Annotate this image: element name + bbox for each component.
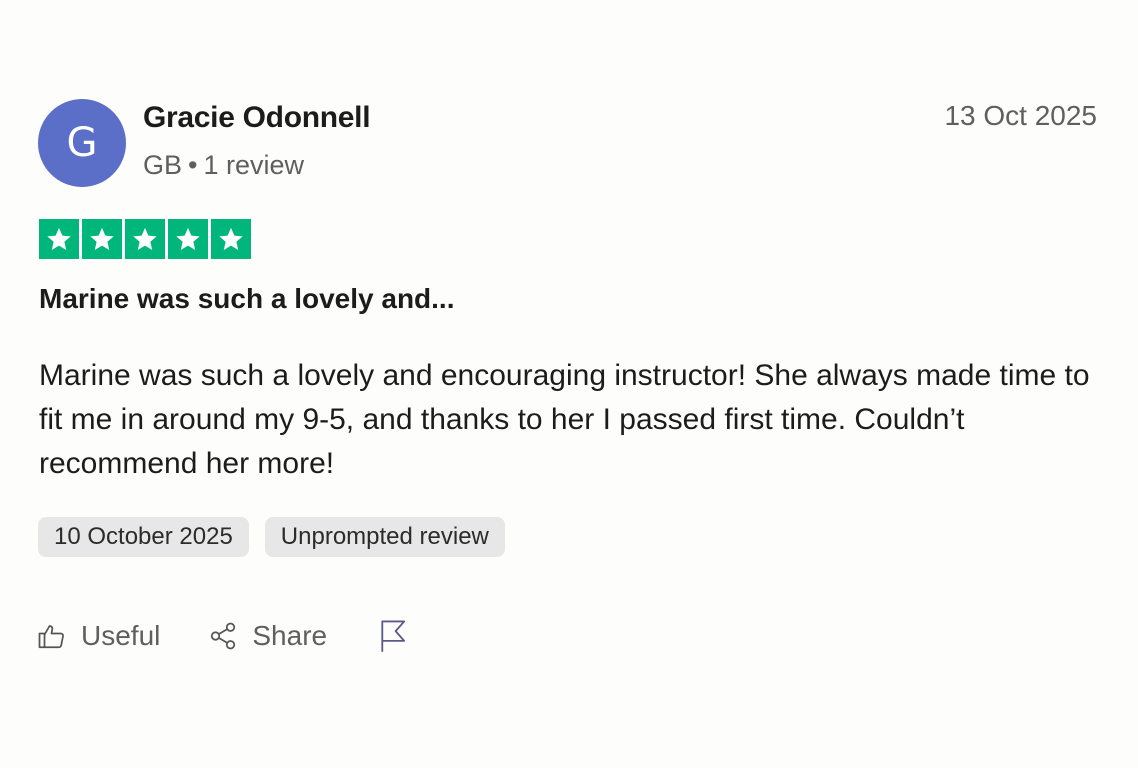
star-icon (168, 219, 208, 259)
star-icon (125, 219, 165, 259)
review-actions: Useful Share (37, 619, 407, 653)
star-icon (82, 219, 122, 259)
star-rating (39, 219, 251, 259)
unprompted-review-tag[interactable]: Unprompted review (264, 517, 505, 557)
reviewer-review-count: 1 review (203, 150, 305, 180)
star-icon (211, 219, 251, 259)
useful-label: Useful (81, 620, 161, 651)
review-date: 13 Oct 2025 (944, 100, 1097, 131)
reviewer-country: GB (143, 150, 183, 180)
star-icon (39, 219, 79, 259)
avatar-initial: G (66, 120, 98, 166)
thumbs-up-icon (37, 621, 67, 651)
reviewer-meta: GB • 1 review (143, 150, 304, 181)
useful-button[interactable]: Useful (37, 620, 160, 652)
share-button[interactable]: Share (208, 620, 327, 652)
report-button[interactable] (377, 619, 407, 653)
experience-date-tag: 10 October 2025 (38, 517, 249, 557)
reviewer-avatar: G (38, 99, 126, 187)
review-body: Marine was such a lovely and encouraging… (39, 359, 1090, 480)
review-tags: 10 October 2025 Unprompted review (38, 517, 505, 557)
share-icon (208, 621, 238, 651)
flag-icon (377, 619, 407, 653)
meta-separator: • (188, 150, 198, 180)
reviewer-name[interactable]: Gracie Odonnell (143, 101, 371, 135)
review-title[interactable]: Marine was such a lovely and... (39, 283, 455, 315)
share-label: Share (252, 620, 328, 651)
